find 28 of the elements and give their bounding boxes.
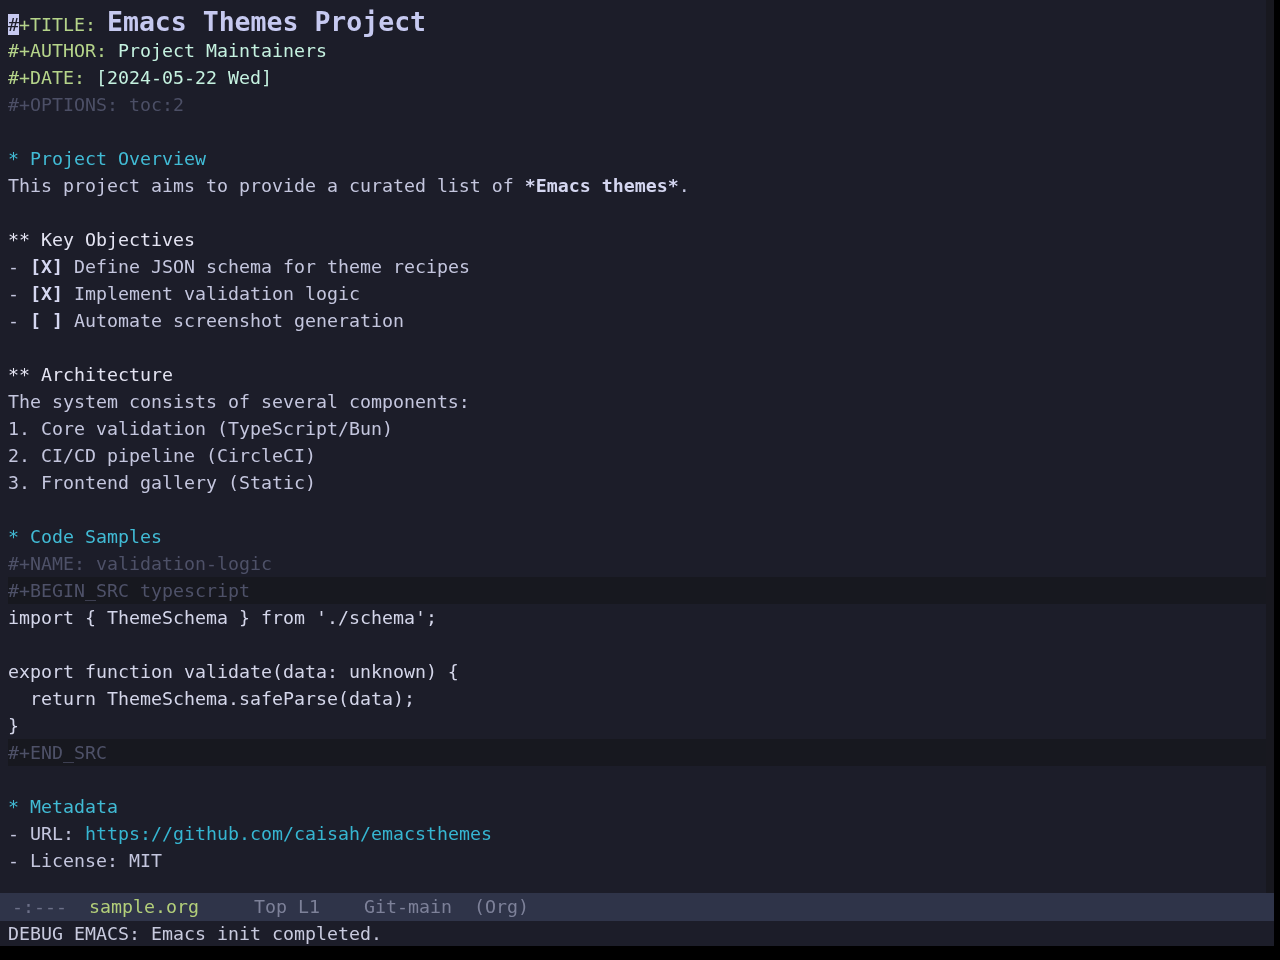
list-item: 2. CI/CD pipeline (CircleCI) (8, 444, 316, 468)
buffer-position: Top L1 (253, 895, 320, 920)
keyword-line: #+AUTHOR: Project Maintainers (8, 39, 327, 63)
heading: ** Architecture (8, 363, 173, 387)
keyword-line: #+DATE: [2024-05-22 Wed] (8, 66, 272, 90)
major-mode: (Org) (473, 895, 529, 920)
paragraph: The system consists of several components: (8, 390, 470, 414)
list-item: 1. Core validation (TypeScript/Bun) (8, 417, 393, 441)
checklist-item: - [X] Implement validation logic (8, 282, 360, 306)
paragraph: This project aims to provide a curated list of *Emacs themes*. (8, 174, 690, 198)
list-item: - URL: https://github.com/caisah/emacsthemes (8, 822, 492, 846)
document-title-line: #+TITLE: Emacs Themes Project (8, 6, 427, 37)
echo-area-message: DEBUG EMACS: Emacs init completed. (8, 921, 382, 946)
list-item: - License: MIT (8, 849, 162, 873)
heading: * Metadata (8, 795, 118, 819)
keyword-line: #+OPTIONS: toc:2 (8, 93, 184, 117)
src-block-name: #+NAME: validation-logic (8, 552, 272, 576)
checklist-item: - [X] Define JSON schema for theme recipes (8, 255, 470, 279)
list-item: 3. Frontend gallery (Static) (8, 471, 316, 495)
heading: * Code Samples (8, 525, 162, 549)
checklist-item: - [ ] Automate screenshot generation (8, 309, 404, 333)
modified-indicator: -:--- (12, 895, 67, 920)
heading: ** Key Objectives (8, 228, 195, 252)
link[interactable]: https://github.com/caisah/emacsthemes (85, 823, 492, 844)
vc-branch: Git-main (363, 895, 452, 920)
source-code-text: import { ThemeSchema } from './schema'; export function validate(data: unknown) { return ThemeSchema.safeParse(data); } (8, 606, 459, 738)
heading: * Project Overview (8, 147, 206, 171)
buffer-name: sample.org (89, 895, 199, 920)
